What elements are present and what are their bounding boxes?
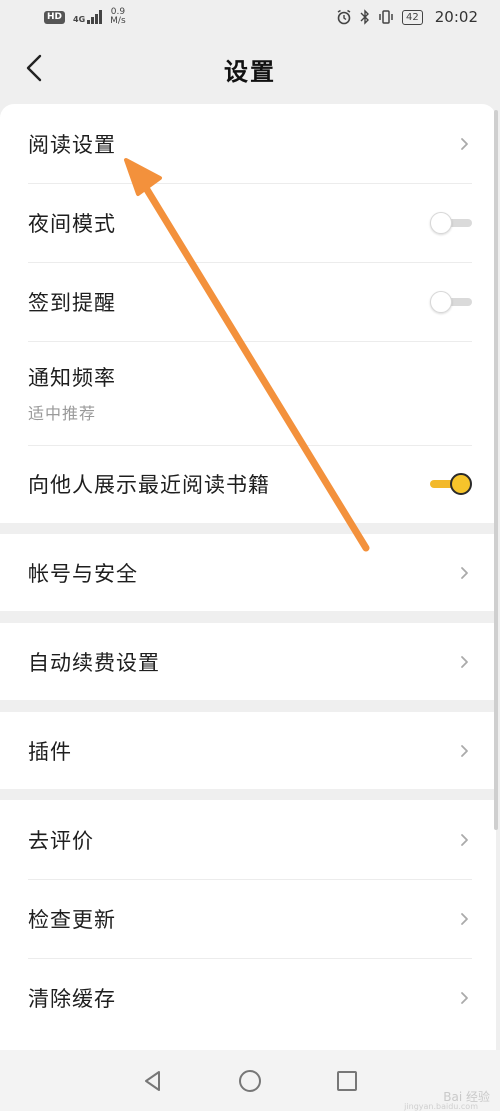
status-bar: HD 4G 0.9 M/s 42 20:02 <box>0 0 500 34</box>
setting-label: 去评价 <box>28 828 94 853</box>
bluetooth-icon <box>360 9 370 25</box>
setting-label: 帐号与安全 <box>28 561 138 586</box>
chevron-right-icon <box>461 655 468 668</box>
scrollbar[interactable] <box>494 110 498 830</box>
chevron-right-icon <box>461 137 468 150</box>
alarm-icon <box>337 9 351 25</box>
checkin-reminder-toggle[interactable] <box>430 290 472 313</box>
watermark-url: jingyan.baidu.com <box>404 1102 478 1111</box>
status-right: 42 20:02 <box>336 8 478 26</box>
network-speed: 0.9 M/s <box>110 8 126 26</box>
setting-row-auto-renew[interactable]: 自动续费设置 <box>0 623 496 700</box>
setting-row-clear-cache[interactable]: 清除缓存 <box>0 958 496 1037</box>
signal-group: 4G <box>73 10 103 24</box>
setting-row-checkin-reminder: 签到提醒 <box>0 262 496 341</box>
setting-label: 签到提醒 <box>28 290 116 315</box>
speed-unit: M/s <box>110 16 126 26</box>
setting-row-notification-frequency[interactable]: 通知频率 适中推荐 <box>0 341 496 445</box>
hd-badge: HD <box>44 10 66 24</box>
setting-subtitle: 适中推荐 <box>28 404 97 423</box>
chevron-right-icon <box>461 744 468 757</box>
nav-recents-icon[interactable] <box>335 1069 359 1093</box>
status-left: HD 4G 0.9 M/s <box>44 8 126 26</box>
night-mode-toggle[interactable] <box>430 211 472 234</box>
settings-card-account: 帐号与安全 <box>0 534 496 611</box>
battery-indicator: 42 <box>402 9 423 25</box>
chevron-right-icon <box>461 991 468 1004</box>
setting-row-rate-app[interactable]: 去评价 <box>0 800 496 879</box>
system-nav-bar: Bai 经验 jingyan.baidu.com <box>0 1050 500 1111</box>
setting-label: 自动续费设置 <box>28 650 160 675</box>
settings-card-auto-renew: 自动续费设置 <box>0 623 496 700</box>
chevron-right-icon <box>461 833 468 846</box>
status-time: 20:02 <box>434 8 478 26</box>
setting-row-night-mode: 夜间模式 <box>0 183 496 262</box>
chevron-right-icon <box>461 912 468 925</box>
setting-row-account-security[interactable]: 帐号与安全 <box>0 534 496 611</box>
settings-card-general: 阅读设置 夜间模式 签到提醒 通知频率 适中推荐 向他人展示最近阅读书籍 <box>0 104 496 523</box>
nav-home-icon[interactable] <box>237 1068 263 1094</box>
header-bar: 设置 <box>0 34 500 104</box>
setting-label: 夜间模式 <box>28 211 116 236</box>
nav-back-icon[interactable] <box>141 1069 165 1093</box>
settings-card-misc: 去评价 检查更新 清除缓存 <box>0 800 496 1050</box>
network-label: 4G <box>73 15 86 24</box>
page-title: 设置 <box>224 57 276 86</box>
setting-text: 通知频率 适中推荐 <box>28 362 116 424</box>
settings-card-plugins: 插件 <box>0 712 496 789</box>
show-recent-books-toggle[interactable] <box>430 473 472 495</box>
setting-row-plugins[interactable]: 插件 <box>0 712 496 789</box>
setting-label: 向他人展示最近阅读书籍 <box>28 473 270 497</box>
setting-label: 检查更新 <box>28 907 116 932</box>
setting-label: 插件 <box>28 739 72 764</box>
setting-label: 阅读设置 <box>28 132 116 157</box>
chevron-left-icon <box>26 54 42 82</box>
chevron-right-icon <box>461 566 468 579</box>
setting-label: 通知频率 <box>28 366 116 390</box>
vibrate-icon <box>379 10 393 24</box>
signal-icon <box>87 10 103 24</box>
setting-row-reading[interactable]: 阅读设置 <box>0 104 496 183</box>
setting-label: 清除缓存 <box>28 986 116 1011</box>
setting-row-check-update[interactable]: 检查更新 <box>0 879 496 958</box>
back-button[interactable] <box>16 50 52 86</box>
setting-row-show-recent-books: 向他人展示最近阅读书籍 <box>0 445 496 523</box>
